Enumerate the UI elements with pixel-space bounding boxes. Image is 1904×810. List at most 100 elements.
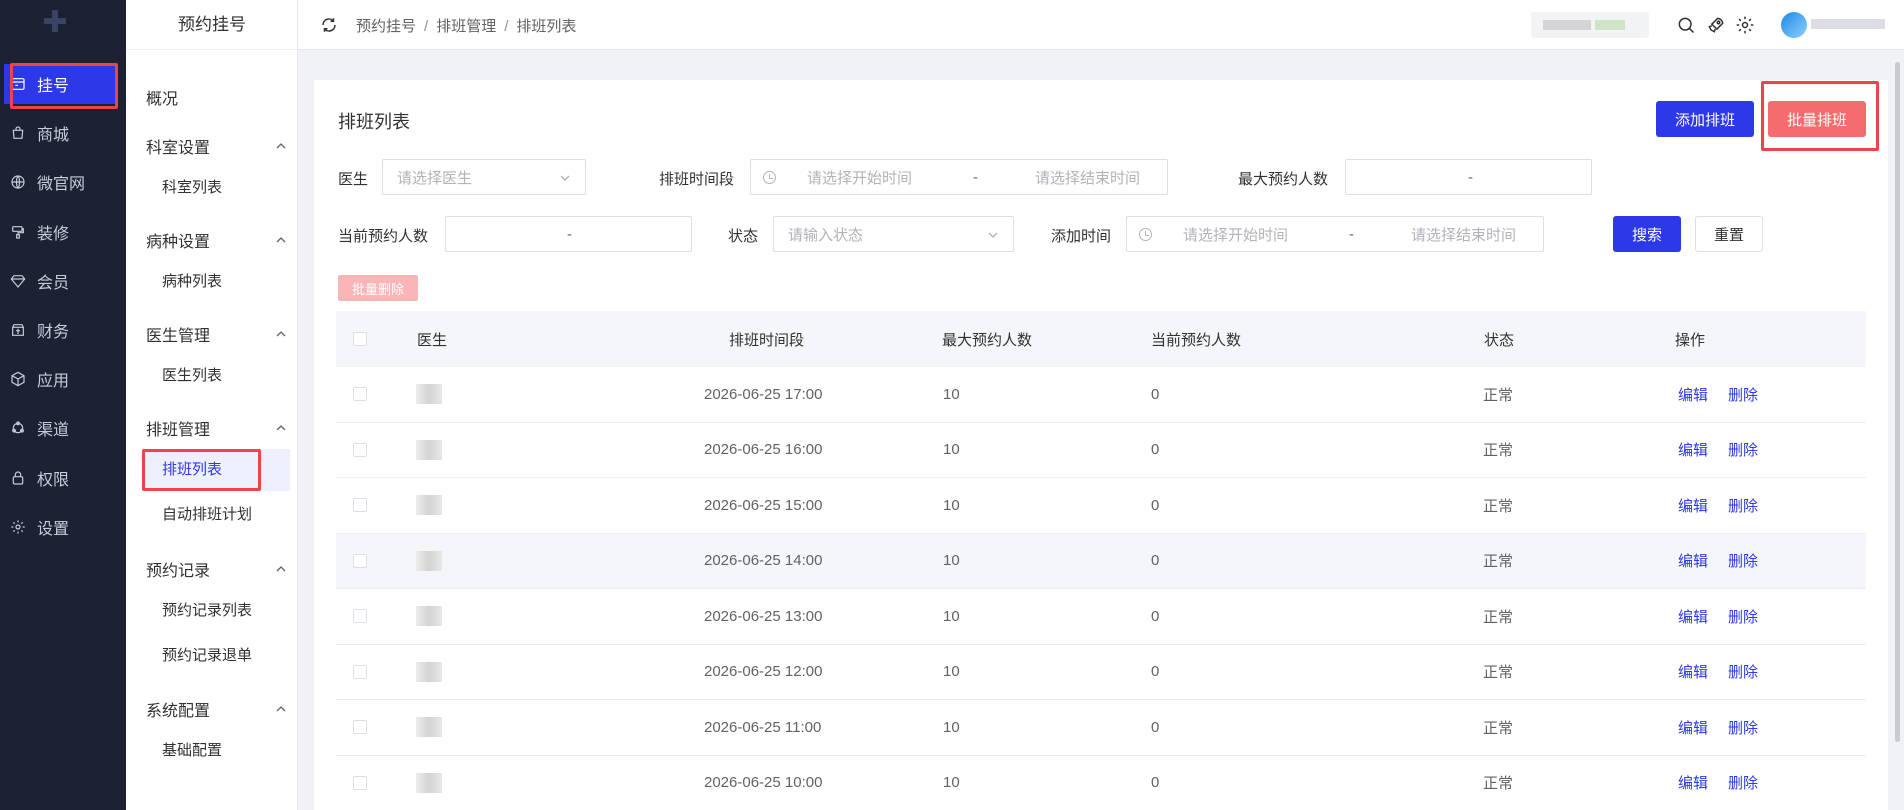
nav-item-9[interactable]: 设置 [0, 507, 126, 547]
added-time-range-picker[interactable]: 请选择开始时间 - 请选择结束时间 [1126, 216, 1544, 252]
batch-schedule-button[interactable]: 批量排班 [1768, 101, 1866, 137]
delete-link[interactable]: 删除 [1728, 661, 1758, 682]
sub-item[interactable]: 医生列表 [144, 355, 290, 397]
sub-item[interactable]: 预约记录退单 [144, 635, 290, 677]
select-all-checkbox[interactable] [353, 332, 367, 346]
row-checkbox[interactable] [353, 442, 367, 457]
delete-link[interactable]: 删除 [1728, 384, 1758, 405]
period-cell: 2026-06-25 15:00 [704, 496, 823, 514]
current-cell: 0 [1151, 552, 1160, 570]
status-select[interactable]: 请输入状态 [773, 216, 1014, 252]
edit-link[interactable]: 编辑 [1678, 550, 1708, 571]
current-cell: 0 [1151, 385, 1160, 403]
breadcrumb-item[interactable]: 排班管理 [436, 18, 496, 35]
status-cell: 正常 [1483, 442, 1514, 460]
row-checkbox[interactable] [353, 664, 367, 679]
max-cell: 10 [943, 663, 960, 681]
edit-link[interactable]: 编辑 [1678, 495, 1708, 516]
diamond-icon [9, 272, 27, 290]
delete-link[interactable]: 删除 [1728, 495, 1758, 516]
delete-link[interactable]: 删除 [1728, 606, 1758, 627]
sub-group-label: 预约记录 [146, 563, 211, 580]
sub-group-header[interactable]: 病种设置 [146, 228, 286, 252]
row-checkbox[interactable] [353, 720, 367, 735]
doctor-name-cell [416, 700, 442, 755]
sub-group-header[interactable]: 排班管理 [146, 416, 286, 440]
status-cell: 正常 [1483, 553, 1514, 571]
sub-sidebar: 预约挂号 概况 科室设置科室列表病种设置病种列表医生管理医生列表排班管理排班列表… [126, 0, 298, 810]
sub-item[interactable]: 科室列表 [144, 167, 290, 209]
sub-item[interactable]: 自动排班计划 [144, 494, 290, 536]
sub-group-header[interactable]: 系统配置 [146, 697, 286, 721]
sub-item[interactable]: 排班列表 [144, 449, 290, 491]
breadcrumb-item[interactable]: 预约挂号 [356, 18, 416, 35]
max-count-range[interactable]: - [1345, 159, 1592, 195]
top-header: 预约挂号 / 排班管理 / 排班列表 [298, 0, 1904, 50]
avatar[interactable] [1781, 12, 1807, 38]
actions-cell: 编辑 删除 [1678, 478, 1778, 533]
reset-button[interactable]: 重置 [1695, 216, 1763, 252]
edit-link[interactable]: 编辑 [1678, 439, 1708, 460]
store-selector[interactable] [1531, 12, 1649, 38]
delete-link[interactable]: 删除 [1728, 772, 1758, 793]
sub-item[interactable]: 预约记录列表 [144, 590, 290, 632]
doctor-name-cell [416, 645, 442, 700]
range-separator: - [567, 225, 572, 243]
doctor-name-cell [416, 589, 442, 644]
rocket-icon[interactable] [1706, 15, 1726, 35]
sub-group-header[interactable]: 科室设置 [146, 134, 286, 158]
row-checkbox[interactable] [353, 775, 367, 790]
nav-item-4[interactable]: 会员 [0, 261, 126, 301]
chevron-down-icon [988, 232, 998, 238]
nav-item-7[interactable]: 渠道 [0, 408, 126, 448]
user-name[interactable] [1811, 19, 1885, 29]
period-range-picker[interactable]: 请选择开始时间 - 请选择结束时间 [750, 159, 1168, 195]
nav-item-3[interactable]: 装修 [0, 212, 126, 252]
sub-group-header[interactable]: 医生管理 [146, 322, 286, 346]
added-start-input[interactable]: 请选择开始时间 [1183, 224, 1288, 245]
actions-cell: 编辑 删除 [1678, 534, 1778, 589]
batch-delete-button[interactable]: 批量删除 [338, 275, 418, 301]
refresh-icon[interactable] [320, 16, 338, 34]
search-icon[interactable] [1676, 15, 1696, 35]
nav-item-0[interactable]: 挂号 [4, 64, 118, 104]
period-start-input[interactable]: 请选择开始时间 [807, 167, 912, 188]
nav-item-label: 装修 [37, 225, 70, 243]
nav-item-2[interactable]: 微官网 [0, 162, 126, 202]
current-cell: 0 [1151, 774, 1160, 792]
table-row: 2026-06-25 17:00 10 0 正常 编辑 删除 [336, 367, 1866, 423]
nav-item-1[interactable]: 商城 [0, 113, 126, 153]
nav-item-5[interactable]: 财务 [0, 310, 126, 350]
edit-link[interactable]: 编辑 [1678, 384, 1708, 405]
sub-item[interactable]: 病种列表 [144, 261, 290, 303]
edit-link[interactable]: 编辑 [1678, 661, 1708, 682]
sub-item[interactable]: 基础配置 [144, 730, 290, 772]
nav-item-6[interactable]: 应用 [0, 359, 126, 399]
delete-link[interactable]: 删除 [1728, 550, 1758, 571]
row-checkbox[interactable] [353, 609, 367, 624]
current-count-range[interactable]: - [445, 216, 692, 252]
delete-link[interactable]: 删除 [1728, 717, 1758, 738]
edit-link[interactable]: 编辑 [1678, 772, 1708, 793]
row-checkbox[interactable] [353, 387, 367, 402]
shopping-bag-icon [9, 124, 27, 142]
table-row: 2026-06-25 10:00 10 0 正常 编辑 删除 [336, 755, 1866, 810]
sub-group-header[interactable]: 预约记录 [146, 557, 286, 581]
delete-link[interactable]: 删除 [1728, 439, 1758, 460]
add-schedule-button[interactable]: 添加排班 [1656, 101, 1754, 137]
edit-link[interactable]: 编辑 [1678, 606, 1708, 627]
period-end-input[interactable]: 请选择结束时间 [1035, 167, 1140, 188]
added-end-input[interactable]: 请选择结束时间 [1411, 224, 1516, 245]
nav-item-8[interactable]: 权限 [0, 458, 126, 498]
sub-item-overview[interactable]: 概况 [146, 79, 292, 121]
edit-link[interactable]: 编辑 [1678, 717, 1708, 738]
search-button[interactable]: 搜索 [1613, 216, 1681, 252]
row-checkbox[interactable] [353, 498, 367, 513]
range-separator: - [973, 168, 978, 186]
gear-icon[interactable] [1735, 15, 1755, 35]
table-row: 2026-06-25 16:00 10 0 正常 编辑 删除 [336, 422, 1866, 478]
page-scrollbar[interactable] [1895, 62, 1900, 742]
sub-sidebar-title: 预约挂号 [126, 0, 298, 50]
doctor-select[interactable]: 请选择医生 [382, 159, 586, 195]
row-checkbox[interactable] [353, 553, 367, 568]
